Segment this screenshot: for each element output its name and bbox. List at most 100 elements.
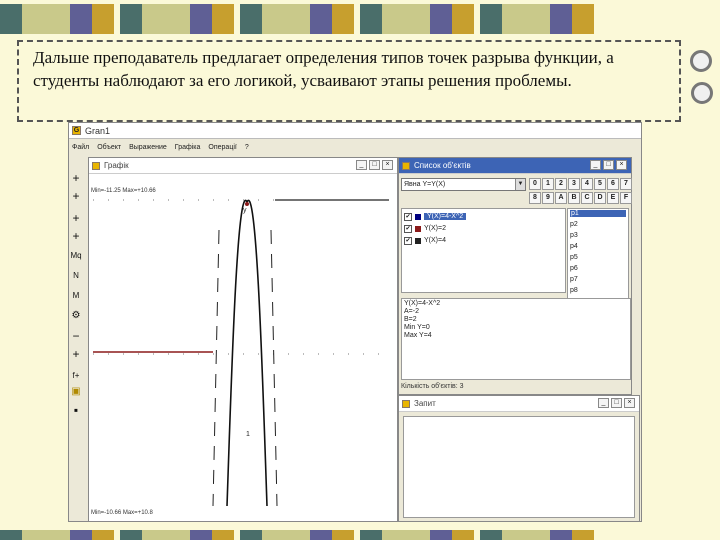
key-button[interactable]: F xyxy=(620,192,632,204)
parameter-item[interactable]: p8 xyxy=(570,287,578,294)
parabola-curve xyxy=(226,199,268,507)
key-button[interactable]: D xyxy=(594,192,606,204)
stripe-segment xyxy=(572,4,594,34)
function-list-window-icon xyxy=(402,161,410,170)
maximize-button[interactable]: □ xyxy=(369,160,380,170)
menu-file[interactable]: Файл xyxy=(72,144,89,151)
parameter-item[interactable]: p2 xyxy=(570,221,578,228)
open-folder-icon[interactable]: ▣ xyxy=(68,384,84,400)
save-icon[interactable]: ▪ xyxy=(68,402,84,418)
menu-graphics[interactable]: Графіка xyxy=(175,144,201,151)
stripe-segment xyxy=(332,4,354,34)
close-button[interactable]: × xyxy=(382,160,393,170)
parameter-item[interactable]: p7 xyxy=(570,276,578,283)
graph-title: Графік xyxy=(104,161,129,170)
key-button[interactable]: C xyxy=(581,192,593,204)
parameter-item[interactable]: p5 xyxy=(570,254,578,261)
key-button[interactable]: 1 xyxy=(542,178,554,190)
f-plus-icon[interactable]: f+ xyxy=(68,368,84,384)
close-button[interactable]: × xyxy=(616,160,627,170)
stripe-segment xyxy=(430,530,452,540)
key-button[interactable]: 7 xyxy=(620,178,632,190)
m-icon[interactable]: M xyxy=(68,288,84,304)
stripe-segment xyxy=(262,4,310,34)
menu-operations[interactable]: Операції xyxy=(208,144,236,151)
maximize-button[interactable]: □ xyxy=(603,160,614,170)
stripe-segment xyxy=(572,530,594,540)
stripe-segment xyxy=(310,530,332,540)
maximize-button[interactable]: □ xyxy=(611,398,622,408)
stripe-segment xyxy=(212,530,234,540)
function-item[interactable]: ✔ Y(X)=4-X^2 xyxy=(404,211,564,222)
add-function-icon[interactable]: + xyxy=(68,228,84,244)
query-input-area[interactable] xyxy=(403,416,635,518)
stripe-segment xyxy=(190,530,212,540)
stripe-segment xyxy=(360,4,382,34)
add-point-icon[interactable]: + xyxy=(68,170,84,186)
function-item[interactable]: ✔ Y(X)=4 xyxy=(404,235,564,246)
stripe-segment xyxy=(70,4,92,34)
gear-icon[interactable]: ⚙ xyxy=(68,308,84,324)
key-button[interactable]: B xyxy=(568,192,580,204)
function-type-select[interactable]: Явна Y=Y(X) ▼ xyxy=(401,178,526,191)
key-button[interactable]: 6 xyxy=(607,178,619,190)
left-toolbar: + + + + Mq N M ⚙ − + f+ ▣ ▪ xyxy=(68,170,88,422)
key-button[interactable]: 5 xyxy=(594,178,606,190)
parameter-item[interactable]: p3 xyxy=(570,232,578,239)
stripe-gap xyxy=(594,4,600,34)
label-1: 1 xyxy=(246,431,250,438)
key-button[interactable]: 3 xyxy=(568,178,580,190)
stripe-segment xyxy=(120,4,142,34)
stripe-segment xyxy=(480,4,502,34)
key-button[interactable]: 0 xyxy=(529,178,541,190)
minimize-button[interactable]: _ xyxy=(590,160,601,170)
minus-icon[interactable]: − xyxy=(68,328,84,344)
graph-canvas[interactable]: y 1 xyxy=(89,190,397,508)
stripe-segment xyxy=(262,530,310,540)
info-line: Max Y=4 xyxy=(404,332,432,339)
stripe-segment xyxy=(190,4,212,34)
mq-icon[interactable]: Mq xyxy=(68,248,84,264)
stripe-segment xyxy=(430,4,452,34)
minimize-button[interactable]: _ xyxy=(598,398,609,408)
key-button[interactable]: 2 xyxy=(555,178,567,190)
stripe-segment xyxy=(452,530,474,540)
menu-expression[interactable]: Выражение xyxy=(129,144,167,151)
stripe-segment xyxy=(360,530,382,540)
stripe-segment xyxy=(70,530,92,540)
stripe-segment xyxy=(92,530,114,540)
plus-small-icon[interactable]: + xyxy=(68,346,84,362)
menu-object[interactable]: Объект xyxy=(97,144,121,151)
key-button[interactable]: 9 xyxy=(542,192,554,204)
status-text: Кількість об'єктів: 3 xyxy=(401,383,464,390)
parameter-item[interactable]: p4 xyxy=(570,243,578,250)
checkbox-checked-icon[interactable]: ✔ xyxy=(404,224,412,233)
stripe-segment xyxy=(0,4,22,34)
parameter-item[interactable]: p1 xyxy=(570,210,626,217)
binder-ring-icon xyxy=(691,82,713,104)
info-line: A=-2 xyxy=(404,308,419,315)
function-label: Y(X)=4 xyxy=(424,237,446,244)
n-icon[interactable]: N xyxy=(68,268,84,284)
checkbox-checked-icon[interactable]: ✔ xyxy=(404,236,412,245)
close-button[interactable]: × xyxy=(624,398,635,408)
label-y: y xyxy=(243,207,247,214)
key-button[interactable]: A xyxy=(555,192,567,204)
function-label: Y(X)=4-X^2 xyxy=(424,213,467,220)
parameter-item[interactable]: p6 xyxy=(570,265,578,272)
key-button[interactable]: 4 xyxy=(581,178,593,190)
query-window: Запит _ □ × xyxy=(398,395,640,522)
add-line-icon[interactable]: + xyxy=(68,188,84,204)
stripe-segment xyxy=(480,530,502,540)
top-decor-stripe xyxy=(0,4,720,34)
chevron-down-icon[interactable]: ▼ xyxy=(515,179,525,190)
key-button[interactable]: E xyxy=(607,192,619,204)
key-button[interactable]: 8 xyxy=(529,192,541,204)
add-object-icon[interactable]: + xyxy=(68,210,84,226)
function-list-window: Список об'єктів _ □ × Явна Y=Y(X) ▼ 0 1 … xyxy=(398,157,632,395)
minimize-button[interactable]: _ xyxy=(356,160,367,170)
stripe-segment xyxy=(550,530,572,540)
menu-help[interactable]: ? xyxy=(245,144,249,151)
checkbox-checked-icon[interactable]: ✔ xyxy=(404,212,412,221)
function-item[interactable]: ✔ Y(X)=2 xyxy=(404,223,564,234)
